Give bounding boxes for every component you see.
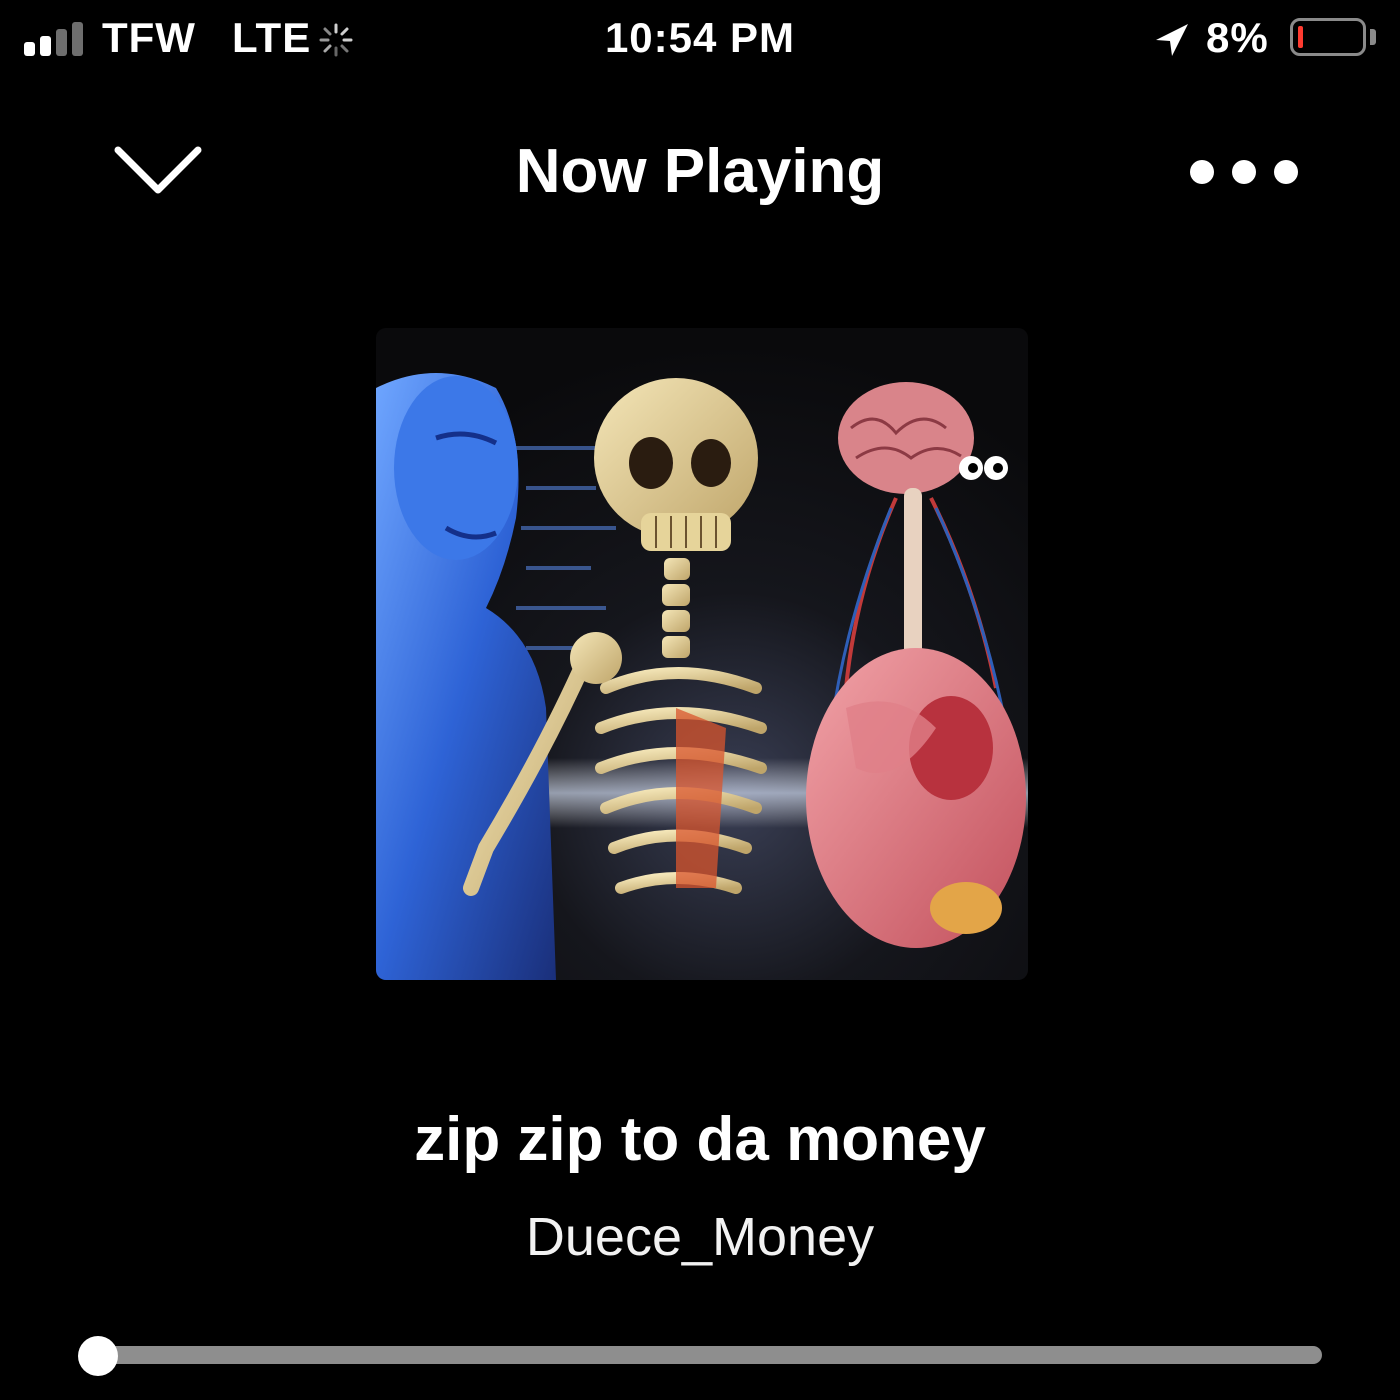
battery-cap bbox=[1370, 29, 1376, 45]
battery-icon bbox=[1290, 18, 1366, 56]
more-dot-3 bbox=[1274, 160, 1298, 184]
status-bar: TFW LTE 10:54 PM 8% bbox=[0, 0, 1400, 80]
more-options-button[interactable] bbox=[1186, 150, 1306, 194]
artist-name[interactable]: Duece_Money bbox=[0, 1206, 1400, 1268]
battery-level-fill bbox=[1298, 26, 1303, 48]
more-dots-icon bbox=[1190, 160, 1214, 184]
progress-track[interactable] bbox=[98, 1346, 1322, 1364]
track-title: zip zip to da money bbox=[414, 1105, 986, 1174]
location-arrow-icon bbox=[1156, 24, 1188, 56]
battery-percent: 8% bbox=[1206, 14, 1269, 61]
more-dot-2 bbox=[1232, 160, 1256, 184]
album-artwork bbox=[376, 328, 1028, 980]
progress-knob[interactable] bbox=[78, 1336, 118, 1376]
